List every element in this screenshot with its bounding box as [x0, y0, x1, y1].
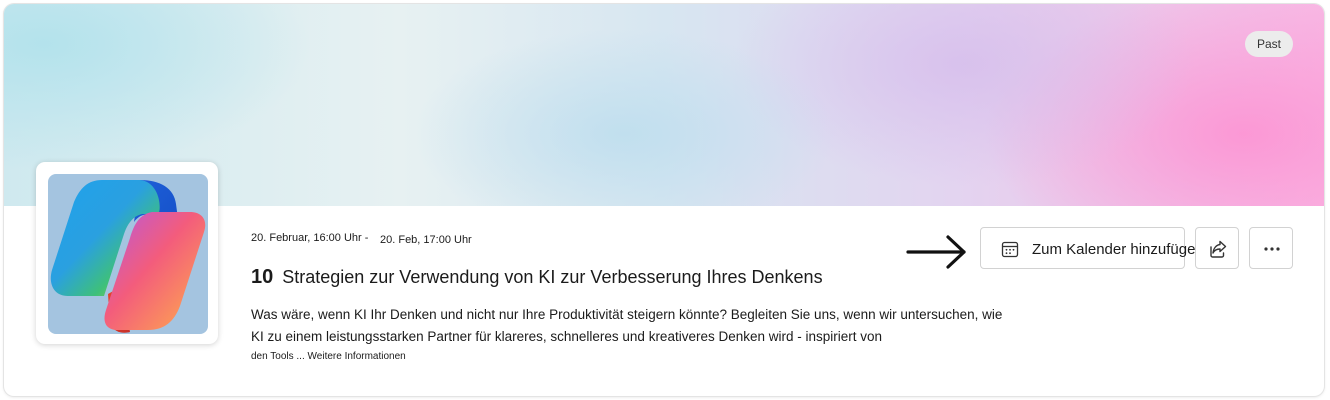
more-options-icon [1264, 247, 1280, 251]
status-badge: Past [1245, 31, 1293, 57]
event-logo [36, 162, 218, 344]
description-more: den Tools ... Weitere Informationen [251, 351, 406, 362]
event-end-time: 20. Feb, 17:00 Uhr [380, 234, 472, 246]
copilot-logo-icon [48, 174, 208, 334]
description-line: Was wäre, wenn KI Ihr Denken und nicht n… [251, 307, 1003, 322]
add-to-calendar-label: Zum Kalender hinzufügen [1032, 241, 1204, 258]
share-icon [1210, 240, 1227, 258]
more-info-link[interactable]: Weitere Informationen [308, 351, 406, 362]
add-to-calendar-button[interactable]: Zum Kalender hinzufügen [980, 227, 1204, 269]
event-card: Past 20. Februar, 16:00 Uhr - 20. Feb, 1… [4, 4, 1324, 396]
arrow-right-icon [906, 235, 966, 269]
description-line: KI zu einem leistungsstarken Partner für… [251, 329, 883, 344]
event-title-number: 10 [251, 266, 274, 288]
event-title-text: Strategien zur Verwendung von KI zur Ver… [282, 267, 823, 287]
event-start-time: 20. Februar, 16:00 Uhr - [251, 232, 369, 244]
event-title: 10 Strategien zur Verwendung von KI zur V… [251, 266, 823, 289]
event-description: Was wäre, wenn KI Ihr Denken und nicht n… [251, 304, 1051, 348]
share-button[interactable] [1195, 227, 1239, 269]
more-options-button[interactable] [1249, 227, 1293, 269]
description-tail: den Tools ... [251, 351, 305, 362]
calendar-icon [1001, 241, 1019, 258]
